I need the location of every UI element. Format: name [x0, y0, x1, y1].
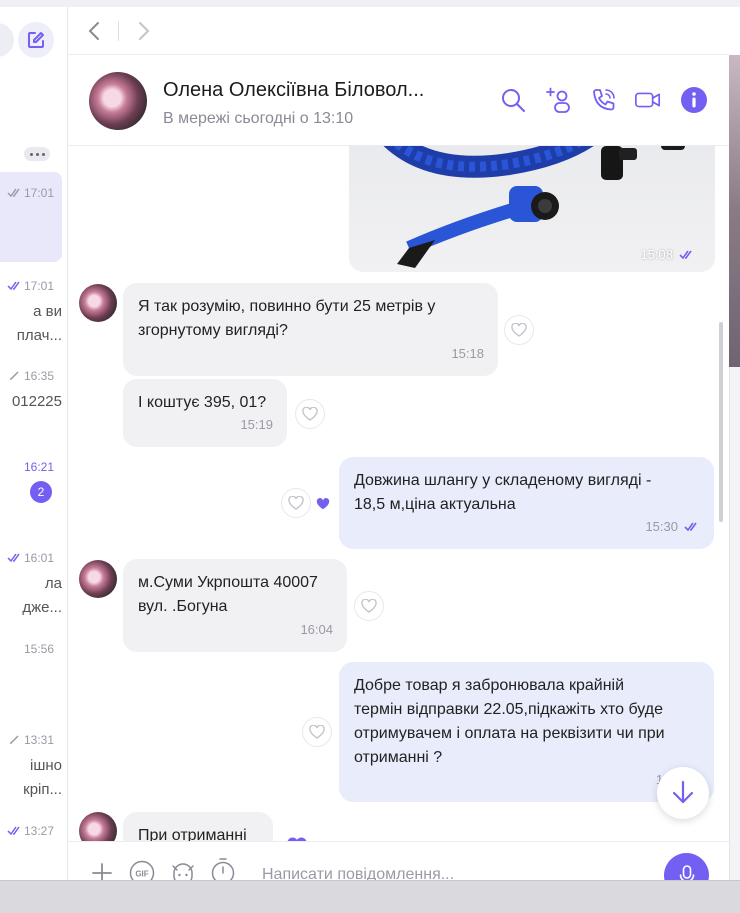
forward-button[interactable]: [132, 19, 156, 43]
svg-text:GIF: GIF: [135, 870, 148, 879]
check-icon: [9, 371, 19, 380]
chat-list-item[interactable]: 17:01 а ви плач...: [0, 267, 62, 357]
message-text: Добре товар я забронювала крайній термін…: [354, 677, 665, 766]
incoming-message[interactable]: І коштує 395, 01? 15:19: [123, 379, 287, 447]
compose-icon: [28, 32, 44, 48]
chat-time: 13:31: [7, 733, 54, 747]
video-call-icon: [635, 92, 661, 108]
double-check-icon: [7, 281, 20, 291]
chevron-left-icon: [88, 22, 99, 40]
chat-list-item[interactable]: 13:27: [0, 822, 62, 880]
search-field[interactable]: [0, 23, 14, 57]
call-button[interactable]: [590, 86, 618, 114]
contact-avatar[interactable]: [89, 72, 147, 130]
chat-list-item[interactable]: 16:01 ла дже...: [0, 547, 62, 637]
background-window-slice: [729, 55, 740, 367]
incoming-message[interactable]: м.Суми Укрпошта 40007 вул. .Богуна 16:04: [123, 559, 347, 652]
chat-list-item[interactable]: 13:31 ішно кріп...: [0, 731, 62, 821]
like-button[interactable]: [354, 591, 384, 621]
message-time: 15:08: [640, 247, 695, 262]
messages-scrollbar[interactable]: [719, 322, 723, 522]
chat-preview-line: дже...: [22, 599, 62, 616]
add-participant-button[interactable]: [545, 86, 573, 114]
like-button[interactable]: [302, 717, 332, 747]
window-bottom-strip: [0, 880, 740, 913]
chat-time: 16:21: [23, 460, 54, 474]
image-message[interactable]: 15:08: [349, 146, 715, 272]
double-check-icon: [684, 522, 697, 532]
compose-button[interactable]: [18, 22, 54, 58]
outgoing-message[interactable]: Довжина шлангу у складеному вигляді - 18…: [339, 457, 714, 549]
double-check-icon: [7, 553, 20, 563]
message-time: 15:30: [645, 515, 700, 539]
scroll-to-bottom-button[interactable]: [657, 767, 709, 819]
chat-time: 16:35: [7, 369, 54, 383]
heart-icon: [309, 725, 325, 739]
message-text: м.Суми Укрпошта 40007 вул. .Богуна: [138, 574, 318, 615]
message-time: 15:19: [240, 417, 273, 432]
message-composer: GIF Написати повідомлення...: [68, 841, 729, 898]
chevron-right-icon: [139, 22, 150, 40]
video-call-button[interactable]: [634, 86, 662, 114]
message-text: Довжина шлангу у складеному вигляді - 18…: [354, 472, 652, 513]
window-top-strip: [0, 0, 740, 7]
chat-time: 17:01: [7, 186, 54, 200]
like-button[interactable]: [295, 399, 325, 429]
search-icon: [502, 89, 525, 112]
chat-preview-line: кріп...: [23, 781, 62, 798]
contact-avatar[interactable]: [79, 560, 117, 598]
messages-area[interactable]: 15:08 Я так розумію, повинно бути 25 мет…: [68, 146, 729, 841]
liked-heart-icon: [316, 498, 330, 510]
info-button[interactable]: [680, 86, 708, 114]
chat-preview-line: ла: [44, 575, 62, 592]
message-time: 16:04: [300, 622, 333, 637]
chat-time: 16:01: [7, 551, 54, 565]
like-button[interactable]: [504, 315, 534, 345]
chat-list-item[interactable]: 15:56: [0, 639, 62, 729]
like-button[interactable]: [281, 488, 311, 518]
chat-time: 13:27: [7, 824, 54, 838]
chat-preview-line: плач...: [16, 327, 62, 344]
call-icon: [593, 89, 615, 111]
message-text: При отриманні: [138, 827, 247, 841]
contact-avatar[interactable]: [79, 284, 117, 322]
check-icon: [9, 735, 19, 744]
info-icon: [681, 87, 707, 113]
chat-preview-line: 012225: [11, 393, 62, 410]
chat-preview-line: ішно: [30, 757, 62, 774]
heart-icon: [511, 323, 527, 337]
contact-status: В мережі сьогодні о 13:10: [163, 110, 354, 127]
search-button[interactable]: [499, 86, 527, 114]
chat-list-pane: 17:01 17:01 а ви плач... 16:35 012225 16…: [0, 7, 68, 880]
unread-badge: 2: [30, 481, 52, 503]
navigation-bar: [68, 7, 729, 55]
message-time: 15:18: [451, 346, 484, 361]
chat-preview-line: а ви: [33, 303, 62, 320]
message-text: І коштує 395, 01?: [138, 394, 267, 411]
divider: [118, 21, 119, 41]
incoming-message[interactable]: Я так розумію, повинно бути 25 метрів у …: [123, 283, 498, 376]
arrow-down-icon: [672, 780, 694, 804]
double-check-icon: [7, 826, 20, 836]
heart-icon: [361, 599, 377, 613]
heart-icon: [288, 496, 304, 510]
chat-header: Олена Олексіївна Біловол... В мережі сьо…: [68, 55, 729, 146]
chat-list-item[interactable]: 16:21 2: [0, 453, 62, 543]
heart-icon: [302, 407, 318, 421]
chat-time: 15:56: [23, 642, 54, 656]
chat-time: 17:01: [7, 279, 54, 293]
chat-list-item[interactable]: 17:01: [0, 172, 62, 262]
contact-avatar[interactable]: [79, 812, 117, 841]
contact-name[interactable]: Олена Олексіївна Біловол...: [163, 79, 424, 102]
incoming-message[interactable]: При отриманні: [123, 812, 273, 841]
double-check-icon: [7, 188, 20, 198]
more-options-button[interactable]: [24, 147, 50, 161]
double-check-icon: [679, 250, 692, 259]
add-participant-icon: [546, 87, 570, 113]
back-button[interactable]: [82, 19, 106, 43]
message-text: Я так розумію, повинно бути 25 метрів у …: [138, 298, 436, 339]
chat-list-item[interactable]: 16:35 012225: [0, 359, 62, 449]
background-window-slice: [729, 367, 740, 880]
outgoing-message[interactable]: Добре товар я забронювала крайній термін…: [339, 662, 714, 802]
